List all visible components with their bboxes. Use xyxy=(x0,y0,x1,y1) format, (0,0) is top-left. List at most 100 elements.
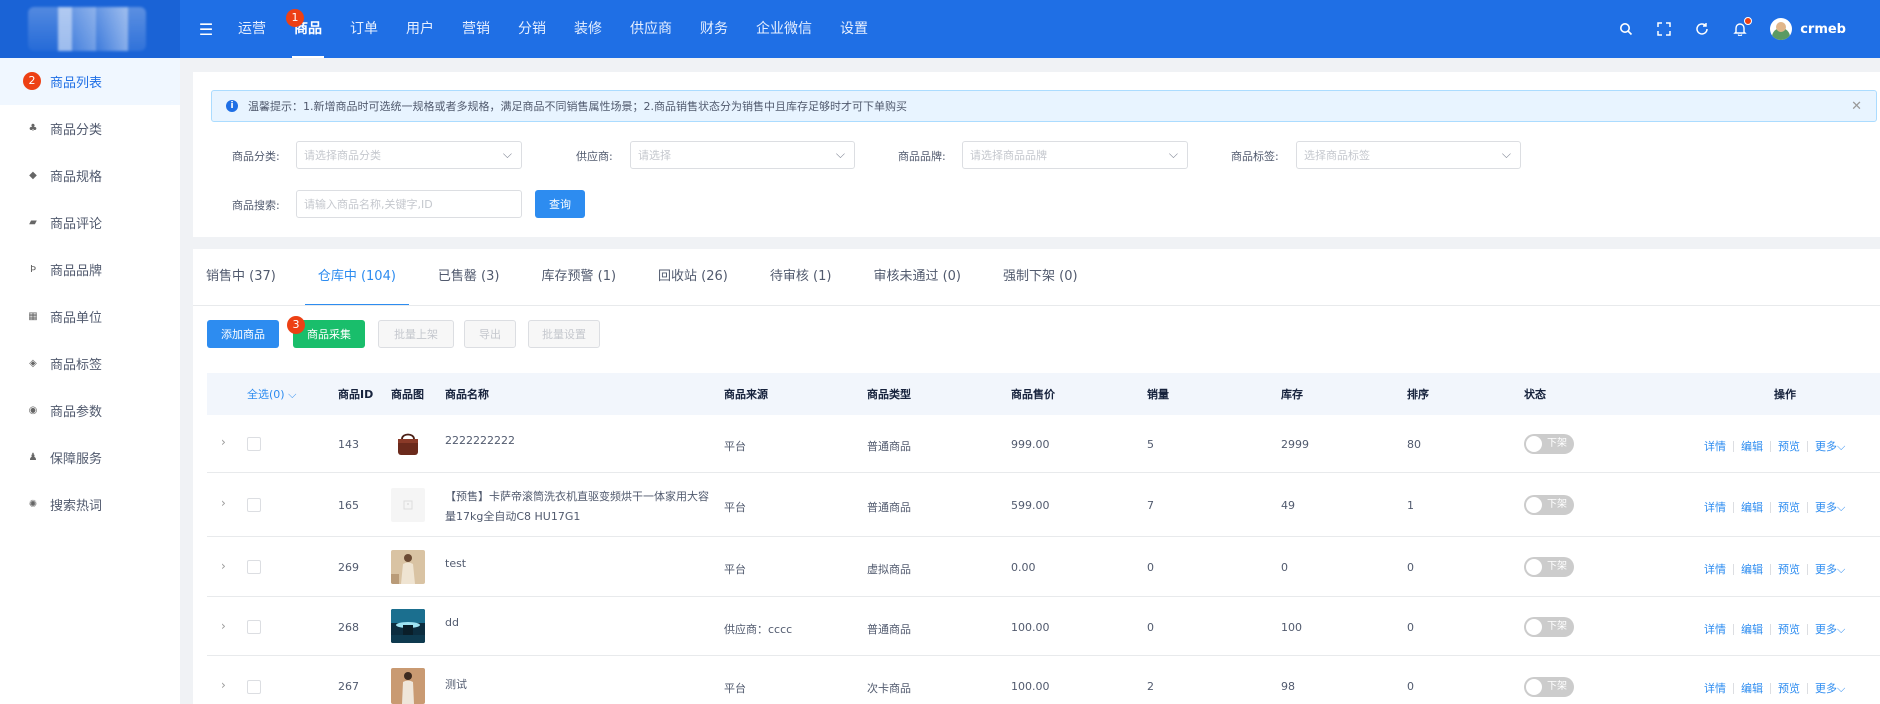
nav-products[interactable]: 商品 1 xyxy=(280,0,336,58)
header-ops: 操作 xyxy=(1774,388,1796,401)
edit-link[interactable]: 编辑 xyxy=(1741,680,1763,696)
notification-dot xyxy=(1744,17,1753,25)
chevron-right-icon[interactable]: › xyxy=(221,559,226,573)
supplier-select[interactable]: 请选择 ⌵ xyxy=(630,141,855,169)
nav-wecom[interactable]: 企业微信 xyxy=(742,0,826,58)
more-dropdown[interactable]: 更多⌵ xyxy=(1815,438,1845,454)
row-actions: 详情 编辑 预览 更多⌵ xyxy=(1704,438,1845,454)
bell-icon[interactable] xyxy=(1732,17,1753,37)
cell-source: 平台 xyxy=(724,501,746,514)
sidebar-item-product-list[interactable]: 2 商品列表 xyxy=(0,58,180,105)
product-thumbnail[interactable] xyxy=(391,668,425,704)
cell-id: 268 xyxy=(338,621,359,634)
row-checkbox[interactable] xyxy=(247,437,261,451)
nav-users[interactable]: 用户 xyxy=(392,0,448,58)
status-toggle[interactable]: 下架 xyxy=(1524,617,1574,637)
row-checkbox[interactable] xyxy=(247,620,261,634)
category-select[interactable]: 请选择商品分类 ⌵ xyxy=(296,141,522,169)
tag-select[interactable]: 选择商品标签 ⌵ xyxy=(1296,141,1521,169)
product-thumbnail[interactable] xyxy=(391,550,425,584)
add-product-button[interactable]: 添加商品 xyxy=(207,320,279,348)
select-all-dropdown[interactable]: 全选(0) ⌵ xyxy=(247,386,296,402)
spec-icon: ◆ xyxy=(29,169,37,181)
nav-distribution[interactable]: 分销 xyxy=(504,0,560,58)
detail-link[interactable]: 详情 xyxy=(1704,680,1726,696)
sidebar-item-comment[interactable]: ▰ 商品评论 xyxy=(0,199,180,246)
select-all-label: 全选(0) xyxy=(247,388,285,401)
fullscreen-icon[interactable] xyxy=(1656,21,1672,37)
more-dropdown[interactable]: 更多⌵ xyxy=(1815,499,1845,515)
cell-sales: 0 xyxy=(1147,561,1154,574)
nav-operations[interactable]: 运营 xyxy=(224,0,280,58)
product-thumbnail[interactable] xyxy=(391,427,425,461)
nav-marketing[interactable]: 营销 xyxy=(448,0,504,58)
edit-link[interactable]: 编辑 xyxy=(1741,621,1763,637)
preview-link[interactable]: 预览 xyxy=(1778,561,1800,577)
more-dropdown[interactable]: 更多⌵ xyxy=(1815,561,1845,577)
nav-settings[interactable]: 设置 xyxy=(826,0,882,58)
search-label: 商品搜索: xyxy=(232,199,280,212)
nav-decoration[interactable]: 装修 xyxy=(560,0,616,58)
status-toggle[interactable]: 下架 xyxy=(1524,677,1574,697)
sidebar-item-spec[interactable]: ◆ 商品规格 xyxy=(0,152,180,199)
divider xyxy=(1770,501,1771,513)
edit-link[interactable]: 编辑 xyxy=(1741,499,1763,515)
detail-link[interactable]: 详情 xyxy=(1704,561,1726,577)
edit-link[interactable]: 编辑 xyxy=(1741,438,1763,454)
chevron-right-icon[interactable]: › xyxy=(221,678,226,692)
more-dropdown[interactable]: 更多⌵ xyxy=(1815,621,1845,637)
batch-settings-button[interactable]: 批量设置 xyxy=(528,320,600,348)
edit-link[interactable]: 编辑 xyxy=(1741,561,1763,577)
chevron-right-icon[interactable]: › xyxy=(221,496,226,510)
tab-warehouse[interactable]: 仓库中 (104) xyxy=(304,258,410,306)
brand-select[interactable]: 请选择商品品牌 ⌵ xyxy=(962,141,1188,169)
chevron-right-icon[interactable]: › xyxy=(221,435,226,449)
search-input[interactable]: 请输入商品名称,关键字,ID xyxy=(296,190,522,218)
sidebar-item-param[interactable]: ◉ 商品参数 xyxy=(0,387,180,434)
export-button[interactable]: 导出 xyxy=(464,320,516,348)
user-menu[interactable]: crmeb xyxy=(1770,18,1846,40)
status-toggle[interactable]: 下架 xyxy=(1524,495,1574,515)
menu-fold-icon[interactable]: ☰ xyxy=(188,20,224,39)
header-sales: 销量 xyxy=(1147,388,1169,401)
search-icon[interactable] xyxy=(1618,21,1634,37)
sidebar-item-unit[interactable]: ▦ 商品单位 xyxy=(0,293,180,340)
chevron-right-icon[interactable]: › xyxy=(221,619,226,633)
query-button[interactable]: 查询 xyxy=(535,190,585,218)
nav-finance[interactable]: 财务 xyxy=(686,0,742,58)
tab-sold-out[interactable]: 已售罄 (3) xyxy=(425,258,513,306)
detail-link[interactable]: 详情 xyxy=(1704,621,1726,637)
sidebar-item-category[interactable]: ♣ 商品分类 xyxy=(0,105,180,152)
preview-link[interactable]: 预览 xyxy=(1778,438,1800,454)
tab-on-sale[interactable]: 销售中 (37) xyxy=(193,258,289,306)
tab-recycle[interactable]: 回收站 (26) xyxy=(645,258,741,306)
product-thumbnail[interactable] xyxy=(391,488,425,522)
row-checkbox[interactable] xyxy=(247,560,261,574)
detail-link[interactable]: 详情 xyxy=(1704,438,1726,454)
preview-link[interactable]: 预览 xyxy=(1778,499,1800,515)
more-dropdown[interactable]: 更多⌵ xyxy=(1815,680,1845,696)
tab-review-failed[interactable]: 审核未通过 (0) xyxy=(860,258,974,306)
tab-pending-review[interactable]: 待审核 (1) xyxy=(757,258,845,306)
nav-supplier[interactable]: 供应商 xyxy=(616,0,686,58)
detail-link[interactable]: 详情 xyxy=(1704,499,1726,515)
row-checkbox[interactable] xyxy=(247,680,261,694)
tab-stock-warning[interactable]: 库存预警 (1) xyxy=(528,258,629,306)
sidebar-item-brand[interactable]: Þ 商品品牌 xyxy=(0,246,180,293)
close-icon[interactable]: ✕ xyxy=(1851,99,1862,114)
batch-on-shelf-button[interactable]: 批量上架 xyxy=(378,320,454,348)
status-toggle[interactable]: 下架 xyxy=(1524,557,1574,577)
logo[interactable] xyxy=(0,0,180,58)
preview-link[interactable]: 预览 xyxy=(1778,680,1800,696)
refresh-icon[interactable] xyxy=(1694,21,1710,37)
tab-forced-off[interactable]: 强制下架 (0) xyxy=(990,258,1091,306)
nav-orders[interactable]: 订单 xyxy=(336,0,392,58)
sidebar-item-hotword[interactable]: ✺ 搜索热词 xyxy=(0,481,180,528)
preview-link[interactable]: 预览 xyxy=(1778,621,1800,637)
row-checkbox[interactable] xyxy=(247,498,261,512)
sidebar-item-guarantee[interactable]: ♟ 保障服务 xyxy=(0,434,180,481)
product-thumbnail[interactable] xyxy=(391,609,425,643)
header-name: 商品名称 xyxy=(445,388,489,401)
sidebar-item-tag[interactable]: ◈ 商品标签 xyxy=(0,340,180,387)
status-toggle[interactable]: 下架 xyxy=(1524,434,1574,454)
